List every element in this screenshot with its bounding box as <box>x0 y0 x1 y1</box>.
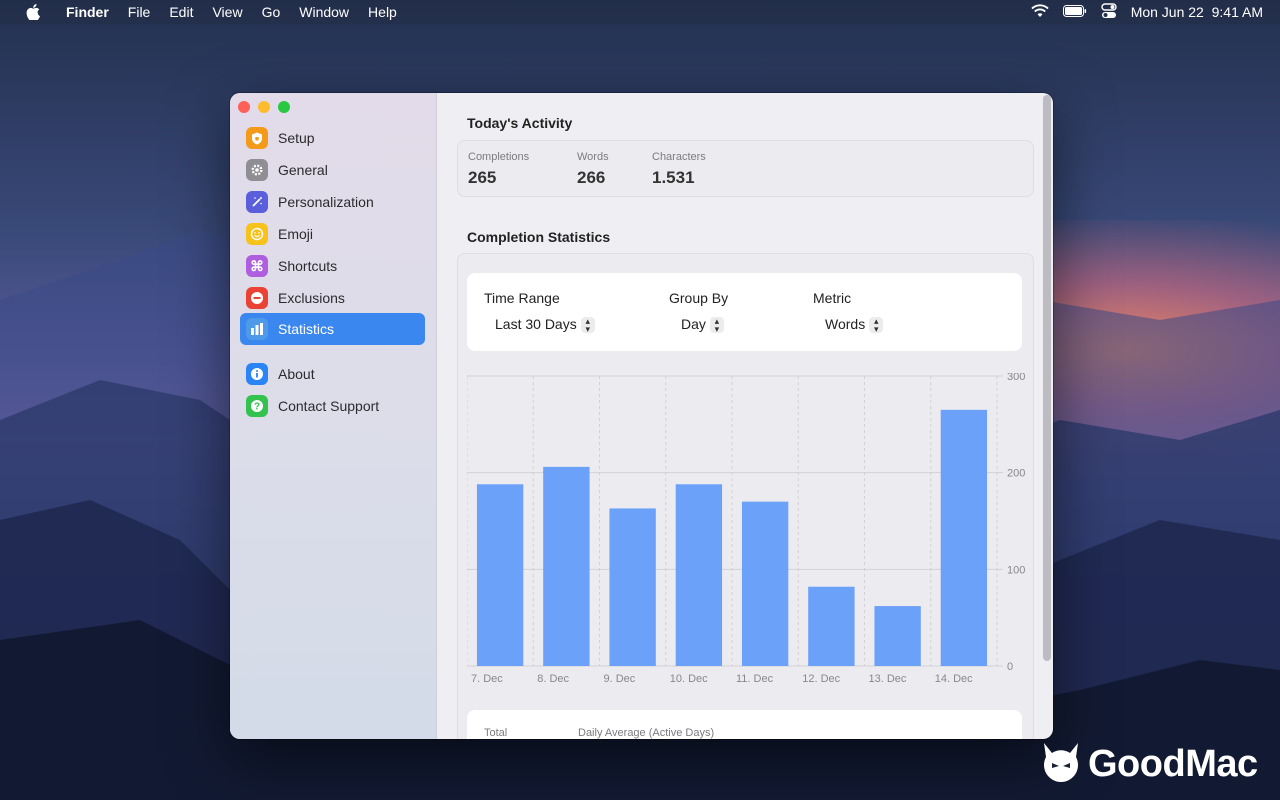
y-tick-label: 100 <box>1007 564 1025 576</box>
total-label: Total <box>484 727 508 739</box>
x-tick-label: 11. Dec <box>736 673 774 685</box>
smiley-icon <box>246 223 268 245</box>
bar-7-dec <box>476 484 524 666</box>
setup-icon <box>246 127 268 149</box>
sidebar-item-statistics[interactable]: Statistics <box>240 313 425 345</box>
minimize-window-button[interactable] <box>258 101 270 113</box>
sidebar-item-label: About <box>278 366 315 382</box>
x-tick-label: 10. Dec <box>670 673 708 685</box>
sidebar-item-exclusions[interactable]: Exclusions <box>240 282 425 314</box>
bar-14-dec <box>940 409 988 666</box>
bar-11-dec <box>741 501 789 666</box>
group-by-value: Day <box>681 316 706 332</box>
control-center-icon[interactable] <box>1100 2 1117 22</box>
command-icon: ⌘ <box>246 255 268 277</box>
todays-activity-card: Completions 265 Words 266 Characters 1.5… <box>457 140 1034 197</box>
sidebar-item-label: Setup <box>278 130 315 146</box>
app-window: Setup General Personalization Emoji ⌘ Sh… <box>230 93 1053 739</box>
menu-edit[interactable]: Edit <box>169 4 193 20</box>
scrollbar[interactable] <box>1043 95 1051 661</box>
chart-icon <box>246 318 268 340</box>
minus-circle-icon <box>246 287 268 309</box>
metric-value: Words <box>825 316 866 332</box>
up-down-chevron-icon: ▴ ▾ <box>580 317 595 334</box>
wifi-icon[interactable] <box>1031 3 1049 21</box>
chart-controls: Time Range Last 30 Days ▴ ▾ Group By Day ▴ ▾… <box>467 273 1022 351</box>
menu-view[interactable]: View <box>212 4 242 20</box>
completions-label: Completions <box>468 151 530 163</box>
up-down-chevron-icon: ▴ ▾ <box>709 317 724 334</box>
sidebar-item-general[interactable]: General <box>240 154 425 186</box>
group-by-select[interactable]: Day ▴ ▾ <box>681 316 724 334</box>
bar-13-dec <box>874 606 921 666</box>
sidebar-item-personalization[interactable]: Personalization <box>240 186 425 218</box>
menu-bar: Finder File Edit View Go Window Help Mon… <box>0 0 1280 24</box>
menu-finder[interactable]: Finder <box>66 4 109 20</box>
goodmac-watermark: GoodMac <box>1040 740 1258 788</box>
y-tick-label: 300 <box>1007 373 1025 383</box>
summary-card: Total Daily Average (Active Days) <box>467 710 1022 739</box>
metric-select[interactable]: Words ▴ ▾ <box>825 316 884 334</box>
up-down-chevron-icon: ▴ ▾ <box>869 317 884 334</box>
y-tick-label: 200 <box>1007 468 1025 480</box>
sidebar-item-setup[interactable]: Setup <box>240 122 425 154</box>
todays-activity-heading: Today's Activity <box>467 115 573 131</box>
menu-file[interactable]: File <box>128 4 151 20</box>
statistics-pane: Today's Activity Completions 265 Words 2… <box>437 93 1053 739</box>
menubar-datetime[interactable]: Mon Jun 22 9:41 AM <box>1131 4 1263 20</box>
x-tick-label: 7. Dec <box>471 673 503 685</box>
help-icon: ? <box>246 395 268 417</box>
sidebar-item-label: Emoji <box>278 226 314 242</box>
time-range-label: Time Range <box>484 290 560 306</box>
menu-go[interactable]: Go <box>262 4 281 20</box>
sidebar-item-shortcuts[interactable]: ⌘ Shortcuts <box>240 250 425 282</box>
time-range-select[interactable]: Last 30 Days ▴ ▾ <box>495 316 595 334</box>
info-icon <box>246 363 268 385</box>
x-tick-label: 14. Dec <box>935 673 973 685</box>
completions-value: 265 <box>468 168 497 187</box>
gear-icon <box>246 159 268 181</box>
words-value: 266 <box>577 168 606 187</box>
y-tick-label: 0 <box>1007 661 1013 673</box>
x-tick-label: 9. Dec <box>604 673 636 685</box>
sidebar-item-label: Shortcuts <box>278 258 338 274</box>
sidebar-item-label: Personalization <box>278 194 374 210</box>
apple-icon[interactable] <box>26 4 44 20</box>
characters-label: Characters <box>652 151 706 163</box>
sidebar-item-label: General <box>278 162 328 178</box>
svg-text:?: ? <box>254 402 260 413</box>
sidebar-item-about[interactable]: About <box>240 358 425 390</box>
close-window-button[interactable] <box>238 101 250 113</box>
sidebar-item-contact-support[interactable]: ? Contact Support <box>240 390 425 422</box>
x-tick-label: 13. Dec <box>869 673 907 685</box>
bar-12-dec <box>808 586 855 666</box>
bar-9-dec <box>609 508 656 666</box>
sidebar-item-label: Contact Support <box>278 398 380 414</box>
x-tick-label: 12. Dec <box>802 673 840 685</box>
completion-bar-chart: 0 100 200 300 7. Dec 8. Dec 9. Dec 10. Dec 11. D… <box>467 373 1025 685</box>
sidebar: Setup General Personalization Emoji ⌘ Sh… <box>230 93 437 739</box>
bar-8-dec <box>543 466 590 666</box>
x-tick-label: 8. Dec <box>537 673 569 685</box>
menu-help[interactable]: Help <box>368 4 397 20</box>
words-label: Words <box>577 151 609 163</box>
menu-window[interactable]: Window <box>299 4 349 20</box>
window-controls <box>238 101 290 113</box>
magic-wand-icon <box>246 191 268 213</box>
sidebar-item-emoji[interactable]: Emoji <box>240 218 425 250</box>
zoom-window-button[interactable] <box>278 101 290 113</box>
sidebar-item-label: Statistics <box>278 321 335 337</box>
goodmac-devil-icon <box>1040 741 1082 788</box>
time-range-value: Last 30 Days <box>495 316 577 332</box>
sidebar-item-label: Exclusions <box>278 290 345 306</box>
metric-label: Metric <box>813 290 852 306</box>
goodmac-wordmark: GoodMac <box>1088 742 1258 785</box>
bar-10-dec <box>675 484 723 666</box>
group-by-label: Group By <box>669 290 729 306</box>
characters-value: 1.531 <box>652 168 695 187</box>
completion-statistics-heading: Completion Statistics <box>467 229 611 245</box>
daily-average-label: Daily Average (Active Days) <box>578 727 715 739</box>
battery-icon[interactable] <box>1062 4 1087 20</box>
